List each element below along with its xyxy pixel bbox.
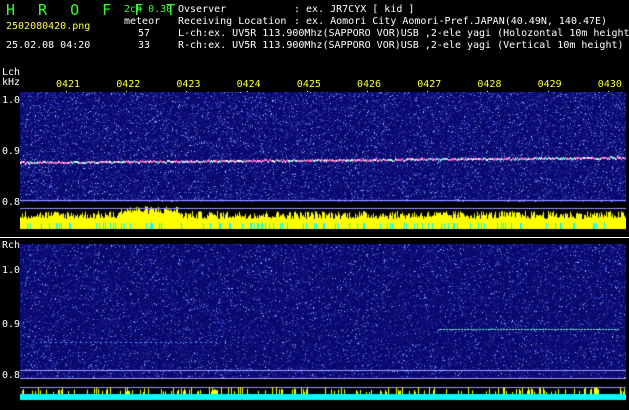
time-label-0430: 0430	[597, 79, 622, 90]
lch-tick-0-8: 0.8	[2, 197, 21, 208]
time-label-0423: 0423	[176, 79, 201, 90]
timestamp: 25.02.08 04:20	[6, 40, 91, 51]
file-name: 2502080420.png	[6, 21, 91, 32]
rch-spectrogram-canvas	[20, 244, 626, 404]
rch-receiver-info: R-ch:ex. UV5R 113.900Mhz(SAPPORO VOR)USB…	[178, 40, 624, 51]
observer-value: : ex. JR7CYX [ kid ]	[294, 4, 415, 15]
rch-tick-0-8: 0.8	[2, 370, 21, 381]
lch-unit: kHz	[2, 77, 21, 88]
time-label-0422: 0422	[116, 79, 141, 90]
lch-receiver-info: L-ch:ex. UV5R 113.900Mhz(SAPPORO VOR)USB…	[178, 28, 629, 39]
time-label-0424: 0424	[236, 79, 261, 90]
rch-tick-0-9: 0.9	[2, 319, 21, 330]
rch-label: Rch	[2, 240, 21, 251]
rch-spectrogram	[20, 244, 626, 404]
time-label-0426: 0426	[357, 79, 382, 90]
location-label: Receiving Location	[178, 16, 287, 27]
detection-label: meteor	[124, 16, 161, 27]
lch-tick-0-9: 0.9	[2, 146, 21, 157]
time-label-0421: 0421	[56, 79, 81, 90]
observer-label: Ovserver	[178, 4, 227, 15]
lch-meteor-count: 57	[138, 28, 151, 39]
lch-spectrogram-canvas	[20, 92, 626, 232]
location-value: : ex. Aomori City Aomori-Pref.JAPAN(40.4…	[294, 16, 608, 27]
time-label-0427: 0427	[417, 79, 442, 90]
time-label-0428: 0428	[477, 79, 502, 90]
channel-mode: 2ch 0.30	[124, 4, 173, 15]
panel-divider	[0, 237, 629, 238]
lch-spectrogram	[20, 92, 626, 232]
rch-tick-1-0: 1.0	[2, 265, 21, 276]
lch-tick-1-0: 1.0	[2, 95, 21, 106]
time-label-0425: 0425	[296, 79, 321, 90]
rch-meteor-count: 33	[138, 40, 151, 51]
time-label-0429: 0429	[537, 79, 562, 90]
